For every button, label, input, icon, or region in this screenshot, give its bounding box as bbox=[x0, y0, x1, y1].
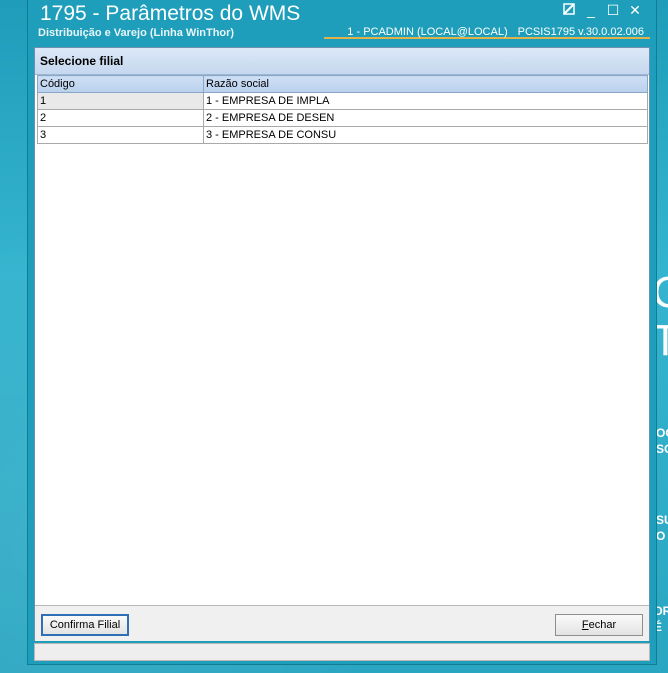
window-subtitle: Distribuição e Varejo (Linha WinThor) bbox=[38, 27, 235, 39]
branch-grid: Código Razão social 1 1 - EMPRESA DE IMP… bbox=[37, 75, 648, 144]
background-text: DR bbox=[654, 604, 668, 618]
session-info: 1 - PCADMIN (LOCAL@LOCAL) PCSIS1795 v.30.… bbox=[324, 26, 650, 39]
table-row[interactable]: 2 2 - EMPRESA DE DESEN bbox=[37, 109, 648, 127]
branch-selection-panel: Selecione filial Código Razão social 1 1… bbox=[34, 47, 650, 641]
title-bar[interactable]: 1795 - Parâmetros do WMS Distribuição e … bbox=[28, 0, 656, 42]
cell-code[interactable]: 1 bbox=[37, 92, 204, 110]
background-text: OGI bbox=[656, 426, 668, 440]
cell-company-name[interactable]: 1 - EMPRESA DE IMPLA bbox=[203, 92, 648, 110]
table-row[interactable]: 3 3 - EMPRESA DE CONSU bbox=[37, 126, 648, 144]
column-header-code[interactable]: Código bbox=[37, 75, 204, 93]
main-window: 1795 - Parâmetros do WMS Distribuição e … bbox=[28, 0, 656, 664]
maximize-button[interactable]: ☐ bbox=[604, 2, 622, 18]
background-text: SO bbox=[656, 442, 668, 456]
close-button-label: echar bbox=[588, 619, 617, 631]
cell-code[interactable]: 3 bbox=[37, 126, 204, 144]
minimize-button[interactable]: _ bbox=[582, 2, 600, 18]
background-text: O bbox=[656, 529, 666, 543]
status-bar bbox=[34, 643, 650, 661]
session-program: PCSIS1795 v.30.0.02.006 bbox=[517, 26, 644, 38]
panel-header: Selecione filial bbox=[35, 48, 649, 75]
background-text: SU bbox=[656, 513, 668, 527]
panel-title: Selecione filial bbox=[40, 54, 124, 68]
button-bar: Confirma Filial Fechar bbox=[35, 605, 649, 641]
close-button[interactable]: Fechar bbox=[555, 614, 643, 636]
window-title: 1795 - Parâmetros do WMS bbox=[40, 2, 301, 25]
background-text: É I bbox=[654, 620, 663, 650]
restore-icon[interactable] bbox=[560, 2, 578, 18]
column-header-company-name[interactable]: Razão social bbox=[203, 75, 648, 93]
confirm-branch-button[interactable]: Confirma Filial bbox=[41, 614, 129, 636]
close-button-mnemonic: F bbox=[581, 619, 589, 631]
table-row[interactable]: 1 1 - EMPRESA DE IMPLA bbox=[37, 92, 648, 110]
close-window-button[interactable]: ✕ bbox=[626, 2, 644, 18]
session-user: 1 - PCADMIN (LOCAL@LOCAL) bbox=[347, 26, 508, 38]
grid-header-row: Código Razão social bbox=[37, 75, 648, 93]
cell-company-name[interactable]: 2 - EMPRESA DE DESEN bbox=[203, 109, 648, 127]
cell-company-name[interactable]: 3 - EMPRESA DE CONSU bbox=[203, 126, 648, 144]
cell-code[interactable]: 2 bbox=[37, 109, 204, 127]
